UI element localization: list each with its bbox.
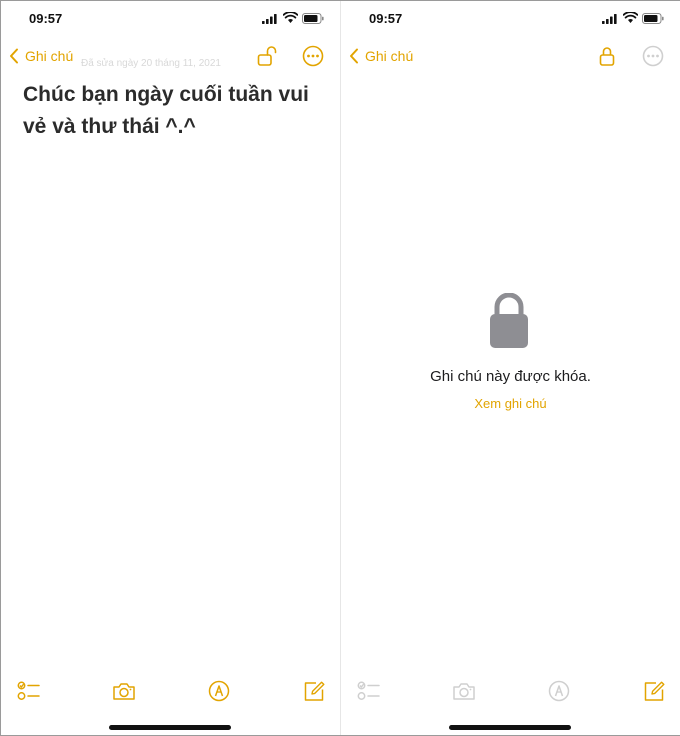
battery-icon — [302, 13, 324, 24]
camera-icon — [453, 683, 475, 700]
large-padlock-icon — [490, 293, 528, 348]
view-note-link[interactable]: Xem ghi chú — [341, 396, 680, 411]
checklist-icon — [357, 681, 380, 700]
back-label: Ghi chú — [365, 48, 414, 64]
signal-icon — [602, 14, 617, 24]
note-date-text: Đã sửa ngày 20 tháng 11, 2021 — [81, 58, 221, 69]
camera-icon[interactable] — [112, 680, 136, 702]
back-button[interactable]: Ghi chú — [9, 45, 73, 67]
bottom-toolbar — [341, 677, 680, 705]
wifi-icon — [283, 12, 298, 23]
home-indicator[interactable] — [449, 725, 571, 730]
locked-padlock-icon[interactable] — [597, 45, 617, 67]
checklist-icon[interactable] — [17, 680, 41, 702]
status-time: 09:57 — [369, 11, 403, 26]
ellipsis-circle-icon — [642, 45, 664, 67]
status-bar: 09:57 — [341, 1, 680, 37]
wifi-icon — [623, 12, 638, 23]
status-time: 09:57 — [29, 11, 63, 26]
battery-icon — [642, 13, 664, 24]
bottom-toolbar — [1, 677, 340, 705]
chevron-left-icon — [350, 48, 358, 64]
nav-bar: Ghi chú — [341, 41, 680, 71]
phone-screen-locked: 09:57 Ghi chú Ghi chú này được khóa. Xem… — [341, 1, 680, 735]
compose-icon[interactable] — [642, 680, 666, 702]
phone-screen-unlocked: 09:57 Ghi chú Đã sửa ngày 20 tháng 11, 2… — [1, 1, 340, 735]
unlocked-padlock-icon[interactable] — [257, 45, 277, 67]
note-content[interactable]: Chúc bạn ngày cuối tuần vui vẻ và thư th… — [23, 79, 323, 143]
markup-pen-icon — [548, 680, 570, 702]
compose-icon[interactable] — [302, 680, 326, 702]
ellipsis-circle-icon[interactable] — [302, 45, 324, 67]
locked-message: Ghi chú này được khóa. — [430, 368, 591, 385]
back-button[interactable]: Ghi chú — [349, 45, 413, 67]
home-indicator[interactable] — [109, 725, 231, 730]
status-bar: 09:57 — [1, 1, 340, 37]
back-label: Ghi chú — [25, 48, 74, 64]
markup-pen-icon[interactable] — [207, 680, 231, 702]
chevron-left-icon — [10, 48, 18, 64]
signal-icon — [262, 14, 277, 24]
